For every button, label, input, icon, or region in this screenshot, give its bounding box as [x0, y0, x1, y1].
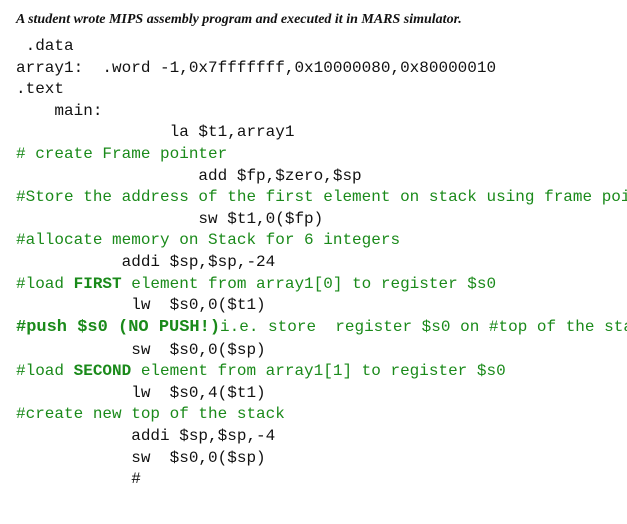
code-line: sw $s0,0($sp) [16, 341, 266, 359]
code-line: main: [16, 102, 102, 120]
code-comment: #create new top of the stack [16, 405, 285, 423]
code-block: .data array1: .word -1,0x7fffffff,0x1000… [16, 36, 611, 491]
code-comment: #load FIRST element from array1[0] to re… [16, 275, 496, 293]
code-line: lw $s0,4($t1) [16, 384, 266, 402]
code-comment: #allocate memory on Stack for 6 integers [16, 231, 400, 249]
code-line: add $fp,$zero,$sp [16, 167, 362, 185]
code-comment: #load SECOND element from array1[1] to r… [16, 362, 506, 380]
code-line: array1: .word -1,0x7fffffff,0x10000080,0… [16, 59, 496, 77]
code-line: addi $sp,$sp,-24 [16, 253, 275, 271]
code-line: .text [16, 80, 64, 98]
code-line: addi $sp,$sp,-4 [16, 427, 275, 445]
code-line: lw $s0,0($t1) [16, 296, 266, 314]
code-comment: # create Frame pointer [16, 145, 227, 163]
code-line: sw $t1,0($fp) [16, 210, 323, 228]
code-line: # [16, 470, 141, 488]
code-line: sw $s0,0($sp) [16, 449, 266, 467]
code-line: .data [16, 37, 74, 55]
code-comment: #Store the address of the first element … [16, 188, 627, 206]
document-heading: A student wrote MIPS assembly program an… [16, 12, 611, 28]
code-comment: #push $s0 (NO PUSH!)i.e. store register … [16, 318, 627, 336]
code-line: la $t1,array1 [16, 123, 294, 141]
